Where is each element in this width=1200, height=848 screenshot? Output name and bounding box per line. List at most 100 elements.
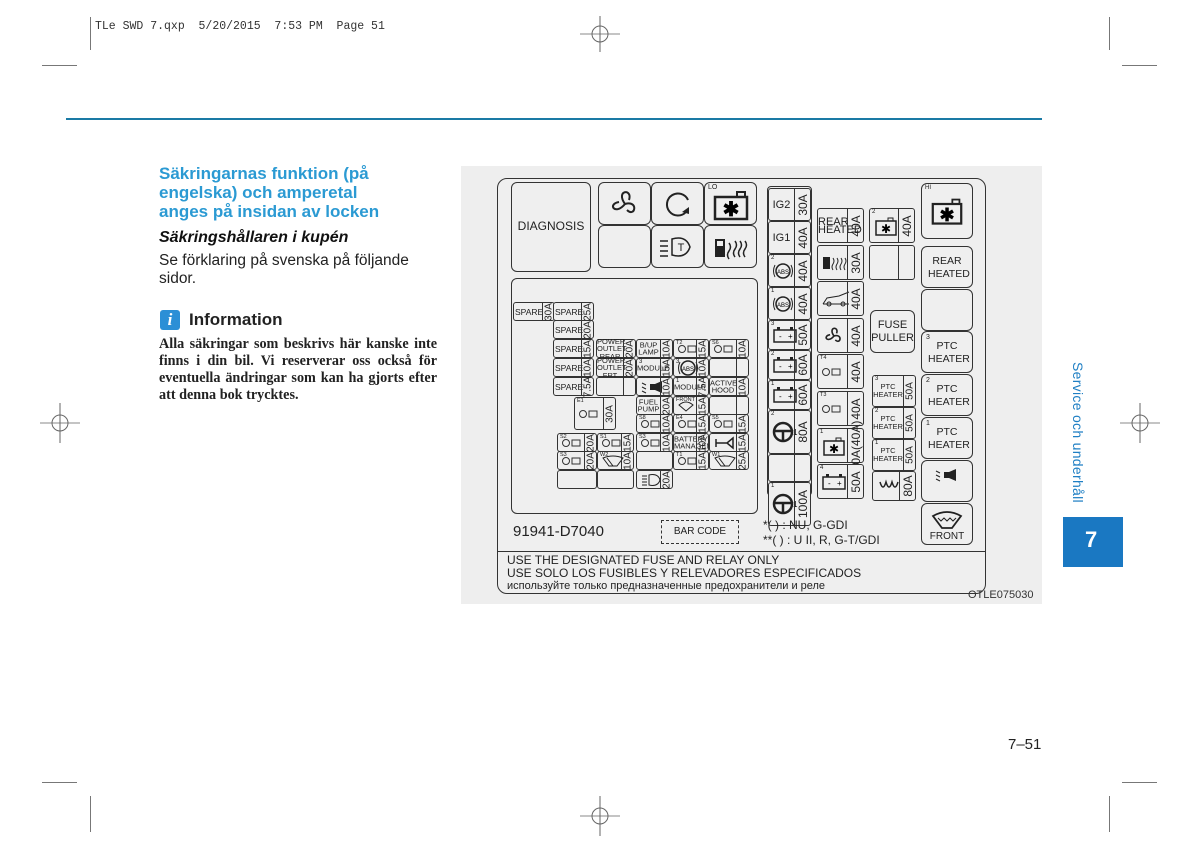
crop-mark	[1109, 17, 1110, 50]
info-title: Information	[189, 310, 283, 329]
fuse-cell: W1 25A	[709, 451, 749, 470]
svg-text:+: +	[788, 332, 793, 341]
relay-slot: REAR HEATED	[921, 246, 973, 288]
battery-icon: - +	[821, 473, 847, 491]
fuse-cell: ACTIVE HOOD 10A	[709, 377, 749, 396]
fuse-amp: 40A	[899, 214, 914, 237]
fuse-amp: 10A	[582, 358, 593, 377]
fuse-amp-cell: 50A	[794, 321, 810, 349]
fuse-label: SPARE	[515, 306, 544, 317]
registration-mark-icon	[580, 796, 620, 836]
fuse-amp: 15A	[737, 433, 748, 452]
print-slug: TLe SWD 7.qxp 5/20/2015 7:53 PM Page 51	[95, 20, 385, 33]
fuse-label: ACTIVE HOOD	[710, 378, 738, 395]
section-heading: Säkringarnas funktion (på engelska) och …	[159, 164, 449, 221]
heading-line: engelska) och amperetal	[159, 183, 358, 202]
fuse-label: E4	[676, 415, 683, 421]
relay-fan	[598, 182, 651, 225]
fuse-label: SPARE	[555, 306, 584, 317]
empty-fuse-slot	[557, 470, 597, 489]
svg-text:✱: ✱	[722, 199, 739, 221]
chapter-tab[interactable]: 7	[1063, 517, 1123, 567]
fuse-cell: E4 15A	[673, 414, 709, 433]
fuse-amp: 20A	[585, 451, 596, 470]
fuse-cell: 1 ABS 40A	[768, 287, 811, 320]
registration-mark-icon	[1120, 403, 1160, 443]
svg-text:✱: ✱	[940, 205, 955, 225]
relay-label: REAR HEATED	[928, 255, 970, 280]
fuse-amp: 40A	[795, 292, 810, 315]
fuse-cell: IG2 30A	[768, 188, 811, 221]
fuse-amp: 15A	[737, 414, 748, 433]
fuse-amp: 10A	[661, 339, 672, 358]
fuse-amp: 15A	[661, 358, 672, 377]
fuse-label: SPARE	[555, 324, 584, 335]
fuse-amp-cell: 40A	[794, 222, 810, 253]
part-number: 91941-D7040	[513, 523, 604, 540]
fan-icon	[611, 191, 635, 213]
fuse-label: PTC HEATER	[873, 382, 903, 399]
fuse-label: IG1	[772, 231, 791, 244]
fuse-spare: SPARE 25A	[553, 302, 594, 321]
fuse-amp-cell	[623, 378, 635, 395]
fuse-amp-cell: 40A	[847, 355, 863, 388]
warning-line: USE SOLO LOS FUSIBLES Y RELEVADORES ESPE…	[507, 566, 862, 580]
fuse-amp-cell: 20A	[584, 452, 596, 469]
fuse-cell: 2 ABS 40A	[768, 254, 811, 287]
fuse-label: T2	[676, 340, 683, 346]
page-number: 7–51	[1008, 736, 1042, 753]
fuse-amp: 30A	[604, 404, 615, 423]
fuse-amp-cell: 40A	[847, 209, 863, 242]
fuse-cell: 2 1 80A	[768, 410, 811, 454]
fuse-cell: 20A	[636, 470, 673, 489]
fuse-amp-cell: 40A	[898, 209, 914, 242]
fuse-cell	[768, 454, 811, 482]
fuse-cell: T2 15A	[673, 339, 709, 358]
fuse-cell: S6 10A	[709, 339, 749, 358]
fuse-amp: 15A	[697, 451, 708, 470]
horn-icon	[713, 435, 735, 450]
fuse-amp: 25A	[737, 451, 748, 470]
fuse-amp: 30A	[795, 193, 810, 216]
heading-line: Säkringarnas funktion (på	[159, 164, 369, 183]
relay-slot	[921, 460, 973, 502]
fuse-amp: 100A	[795, 489, 810, 519]
fuse-amp-cell: 50A	[903, 408, 915, 438]
fuse-amp-cell: 60A	[794, 381, 810, 409]
fuse-amp-cell	[794, 455, 810, 481]
relay-slot	[921, 289, 973, 331]
fuse-amp: 20A	[582, 320, 593, 339]
relay-slot: FRONT	[921, 503, 973, 545]
fuse-label: MODULE	[637, 362, 670, 372]
fuse-index: 1	[771, 483, 775, 489]
svg-text:-: -	[779, 362, 782, 371]
fuse-cell	[869, 245, 915, 280]
crop-mark	[1122, 65, 1157, 66]
fuse-label: B/UP LAMP	[638, 340, 659, 357]
fuse-label: PTC HEATER	[873, 414, 903, 431]
fuse-amp: 10A	[622, 451, 633, 470]
fuse-cell	[709, 358, 749, 377]
fuse-spare: SPARE 7.5A	[553, 376, 594, 397]
chapter-number: 7	[1085, 527, 1098, 552]
fuse-label: W1	[712, 452, 721, 458]
fuse-label: IG2	[772, 198, 791, 211]
relay-headlamp-level: T	[651, 225, 704, 268]
crop-mark	[1122, 782, 1157, 783]
fuse-amp-cell: 60A	[794, 351, 810, 379]
fuse-cell: E1 30A	[574, 397, 616, 430]
fuse-ptc-heater: 2 PTC HEATER 50A	[872, 407, 916, 439]
fuse-cell: B/UP LAMP 10A	[636, 339, 673, 358]
fuse-amp-cell: 30A	[603, 398, 615, 429]
fuse-cell: 30A	[817, 245, 864, 280]
fuse-index: 3	[875, 376, 879, 382]
fuse-spare: SPARE 30A	[513, 302, 555, 321]
fuse-amp: 20A	[585, 433, 596, 452]
fuse-amp-cell: 50A	[903, 440, 915, 470]
fuse-amp: 40A	[848, 397, 863, 420]
engine-icon	[578, 409, 600, 419]
relay-fuel-heater	[704, 225, 757, 268]
svg-text:T: T	[677, 242, 684, 254]
fuse-amp: 20A	[661, 470, 672, 489]
svg-text:+: +	[788, 392, 793, 401]
